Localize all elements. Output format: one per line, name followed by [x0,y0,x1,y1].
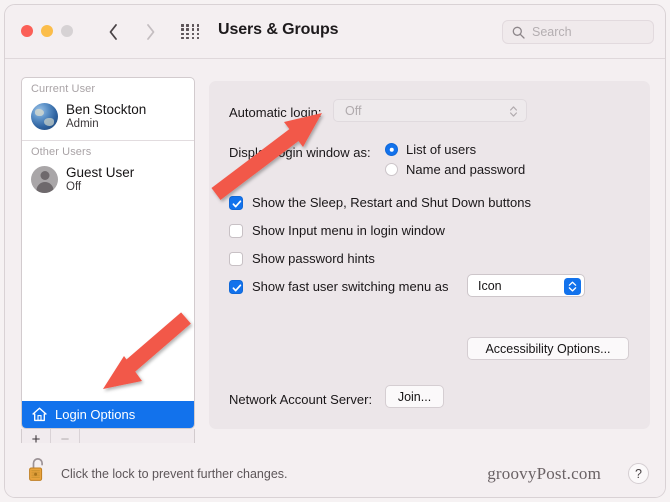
users-sidebar: Current User Ben Stockton Admin Other Us… [21,77,195,429]
watermark: groovyPost.com [487,464,601,483]
checkbox-box[interactable] [229,195,243,210]
radio-label: List of users [406,142,477,157]
sidebar-item-guest-user[interactable]: Guest User Off [22,160,194,200]
fast-user-switching-select[interactable]: Icon [467,274,585,297]
chevron-right-icon[interactable] [139,19,161,45]
stepper-button[interactable] [564,277,581,295]
automatic-login-value: Off [345,104,362,118]
checkbox-box[interactable] [229,251,243,266]
radio-label: Name and password [406,162,526,177]
user-status: Admin [66,118,99,131]
help-button[interactable]: ? [628,463,649,484]
radio-button[interactable] [385,143,398,156]
checkbox-box[interactable] [229,223,243,238]
preferences-window: Users & Groups Search Current User Ben S… [4,4,666,498]
search-icon [512,26,525,39]
chevron-updown-icon [509,106,518,117]
radio-list-of-users[interactable]: List of users [385,142,476,157]
checkbox-label: Show Input menu in login window [252,223,445,238]
checkbox-label: Show password hints [252,251,375,266]
display-login-window-label: Display login window as: [229,145,371,160]
person-avatar [31,166,58,193]
sidebar-item-login-options[interactable]: Login Options [22,401,194,428]
sidebar-item-ben-stockton[interactable]: Ben Stockton Admin [22,97,194,137]
globe-avatar [31,103,58,130]
bottom-bar: Click the lock to prevent further change… [5,443,665,497]
network-account-server-label: Network Account Server: [229,392,373,407]
radio-name-and-password[interactable]: Name and password [385,162,525,177]
radio-button[interactable] [385,163,398,176]
checkbox-show-input-menu[interactable]: Show Input menu in login window [229,223,445,238]
sidebar-item-label: Login Options [55,407,136,422]
login-options-panel: Automatic login: Off Display login windo… [209,81,650,429]
checkbox-box[interactable] [229,279,243,294]
page-title: Users & Groups [218,21,339,38]
show-all-grid-icon[interactable] [181,24,201,40]
checkbox-show-password-hints[interactable]: Show password hints [229,251,375,266]
minimize-button[interactable] [41,25,53,37]
search-input[interactable]: Search [502,20,654,44]
chevron-left-icon[interactable] [103,19,125,45]
automatic-login-label: Automatic login: [229,105,322,120]
checkbox-show-fast-user-switching[interactable]: Show fast user switching menu as [229,279,449,294]
user-status: Off [66,181,82,194]
sidebar-group-header-current: Current User [31,83,96,95]
checkbox-show-sleep-restart-shutdown[interactable]: Show the Sleep, Restart and Shut Down bu… [229,195,531,210]
user-name: Ben Stockton [66,102,147,117]
join-button[interactable]: Join... [385,385,444,408]
checkbox-label: Show the Sleep, Restart and Shut Down bu… [252,195,531,210]
unlocked-padlock-icon[interactable] [27,457,49,483]
search-placeholder: Search [532,25,572,39]
accessibility-options-button[interactable]: Accessibility Options... [467,337,629,360]
user-name: Guest User [66,165,135,180]
fast-user-switching-value: Icon [478,279,502,293]
automatic-login-select[interactable]: Off [333,99,527,122]
close-button[interactable] [21,25,33,37]
window-titlebar: Users & Groups Search [5,5,665,59]
home-icon [32,407,47,422]
checkbox-label: Show fast user switching menu as [252,279,449,294]
sidebar-group-header-other: Other Users [31,146,92,158]
zoom-button[interactable] [61,25,73,37]
lock-hint-text: Click the lock to prevent further change… [61,467,288,481]
